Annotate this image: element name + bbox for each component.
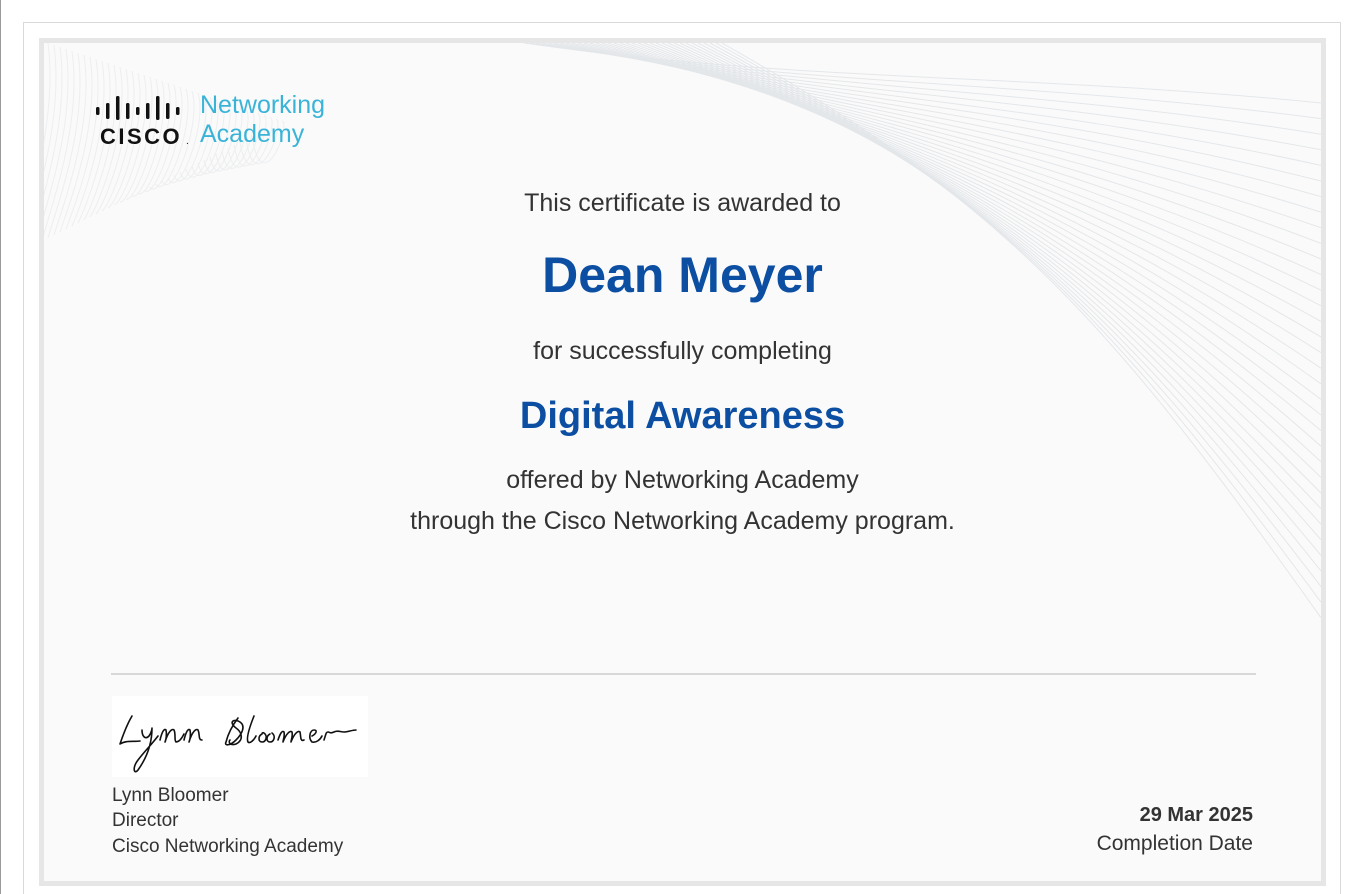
svg-text:.: . bbox=[186, 136, 189, 147]
certificate-page: CISCO . Networking Academy This certific… bbox=[0, 0, 1362, 894]
wave-line bbox=[709, 43, 1321, 587]
signer-title: Director bbox=[112, 810, 179, 831]
certificate: CISCO . Networking Academy This certific… bbox=[39, 38, 1326, 886]
completing-text: for successfully completing bbox=[533, 337, 832, 365]
page-edge bbox=[0, 0, 1, 894]
awarded-text: This certificate is awarded to bbox=[524, 189, 841, 217]
cisco-wordmark: CISCO bbox=[100, 124, 182, 149]
signature-divider bbox=[111, 673, 1256, 675]
recipient-name: Dean Meyer bbox=[542, 247, 823, 303]
signer-name: Lynn Bloomer bbox=[112, 785, 229, 806]
offered-by-text: offered by Networking Academy bbox=[506, 466, 859, 494]
logo-line-academy: Academy bbox=[200, 120, 305, 148]
course-title: Digital Awareness bbox=[519, 395, 846, 437]
logo-line-networking: Networking bbox=[200, 91, 326, 119]
signer-organization: Cisco Networking Academy bbox=[112, 836, 344, 857]
completion-date-label: Completion Date bbox=[1096, 832, 1253, 855]
cisco-bars-icon bbox=[96, 96, 180, 120]
completion-date: 29 Mar 2025 bbox=[1139, 804, 1253, 826]
wave-line bbox=[583, 43, 1321, 260]
networking-academy-wordmark: Networking Academy bbox=[200, 91, 325, 149]
signature-image bbox=[112, 696, 368, 777]
program-text: through the Cisco Networking Academy pro… bbox=[410, 507, 955, 535]
